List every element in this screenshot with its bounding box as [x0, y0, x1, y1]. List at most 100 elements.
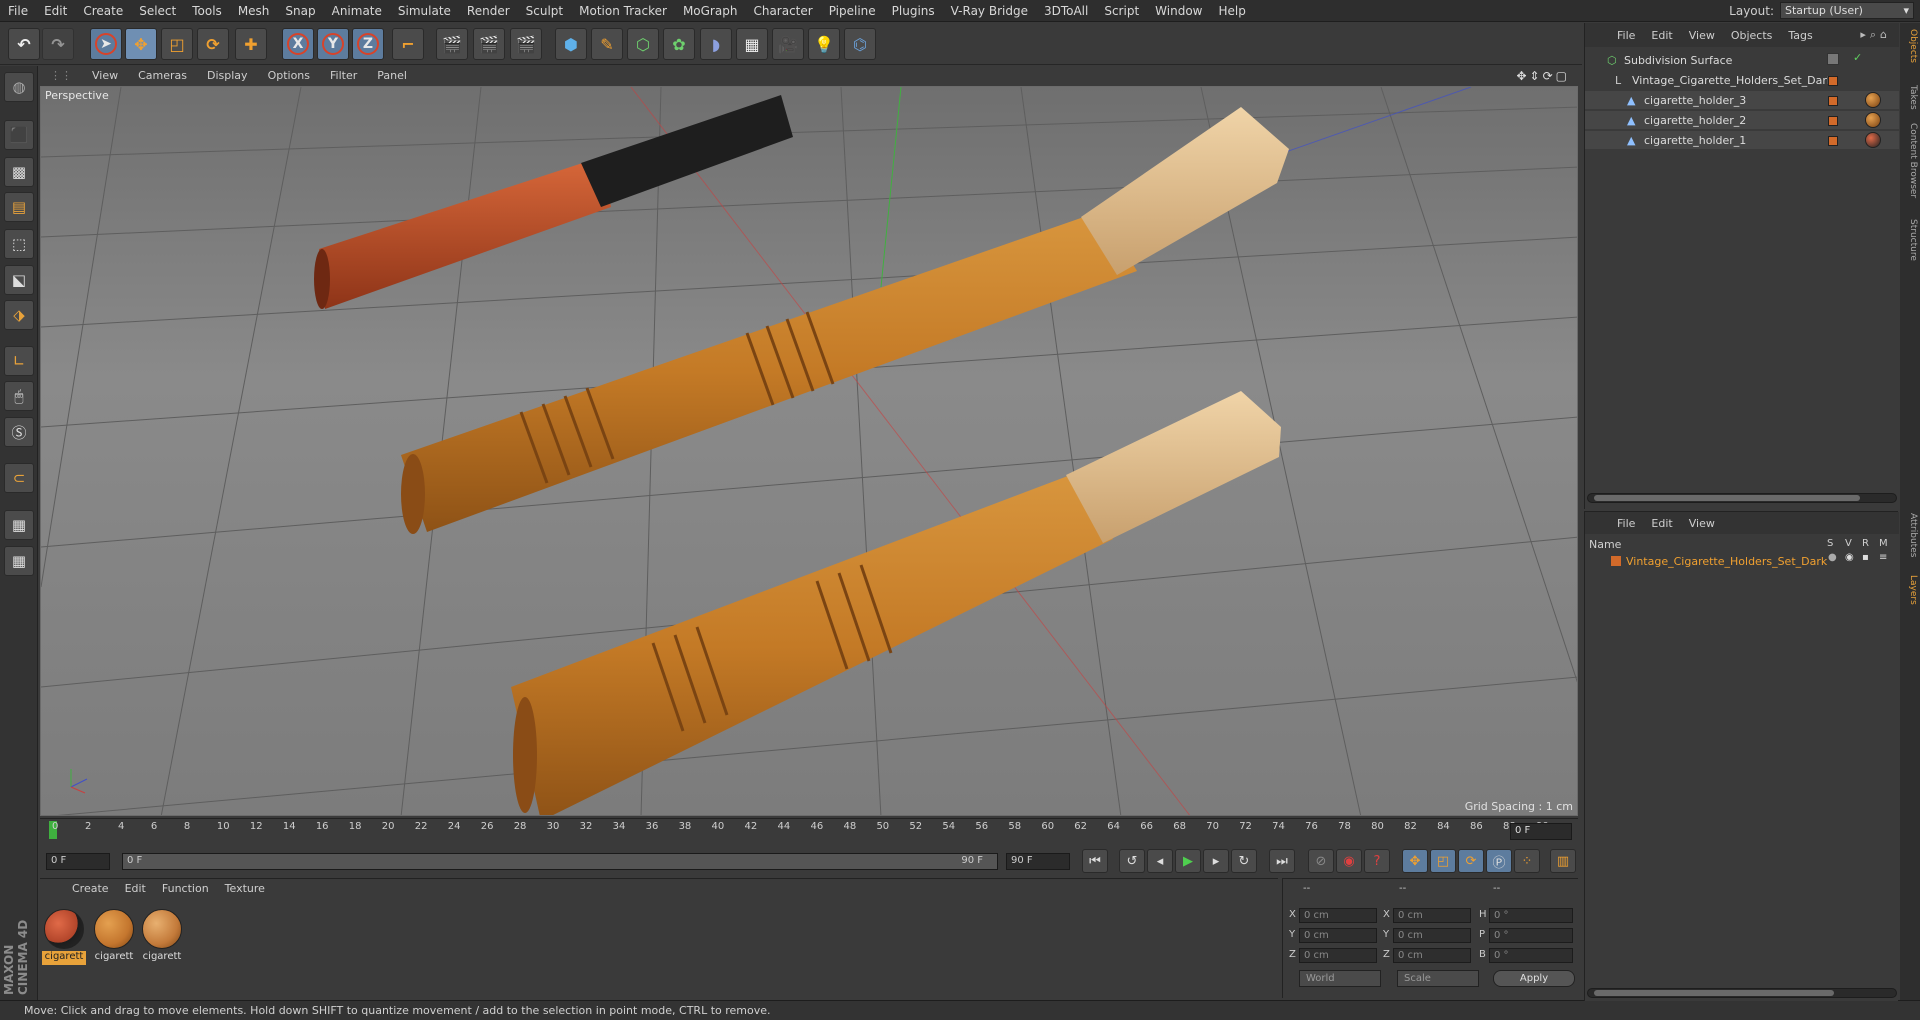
menu-animate[interactable]: Animate — [324, 0, 390, 22]
menu-plugins[interactable]: Plugins — [884, 0, 943, 22]
layer-menu-file[interactable]: File — [1609, 517, 1643, 530]
size-y-field[interactable]: 0 cm — [1393, 928, 1471, 943]
size-x-field[interactable]: 0 cm — [1393, 908, 1471, 923]
floor-button[interactable]: ▦ — [736, 28, 768, 60]
render-view-button[interactable]: 🎬 — [436, 28, 468, 60]
tree-row-cigarette-holder-3[interactable]: ▲ cigarette_holder_3 — [1585, 91, 1899, 109]
menu-sculpt[interactable]: Sculpt — [518, 0, 571, 22]
mat-menu-function[interactable]: Function — [154, 879, 217, 899]
menu-tools[interactable]: Tools — [184, 0, 230, 22]
tweak-mode-button[interactable]: 🖱 — [4, 381, 34, 411]
vp-menu-cameras[interactable]: Cameras — [128, 66, 197, 86]
layer-menu-view[interactable]: View — [1681, 517, 1723, 530]
planar-workplane-button[interactable]: ▦ — [4, 546, 34, 576]
vp-menu-view[interactable]: View — [82, 66, 128, 86]
menu-window[interactable]: Window — [1147, 0, 1210, 22]
key-parameter-button[interactable]: Ⓟ — [1486, 849, 1512, 873]
menu-mograph[interactable]: MoGraph — [675, 0, 746, 22]
position-x-field[interactable]: 0 cm — [1299, 908, 1377, 923]
menu-file[interactable]: File — [0, 0, 36, 22]
scroll-thumb[interactable] — [1594, 990, 1834, 996]
vp-menu-filter[interactable]: Filter — [320, 66, 367, 86]
viewport-nav-icons[interactable]: ✥⇕⟳▢ — [1516, 69, 1570, 83]
menu-mesh[interactable]: Mesh — [230, 0, 278, 22]
material-swatch[interactable]: cigarett — [42, 909, 86, 969]
timeline-window-button[interactable]: ▥ — [1550, 849, 1576, 873]
play-button[interactable]: ▶ — [1175, 849, 1201, 873]
edges-mode-button[interactable]: ⬕ — [4, 265, 34, 295]
tab-takes[interactable]: Takes — [1902, 85, 1918, 110]
tab-objects[interactable]: Objects — [1902, 29, 1918, 63]
menu-script[interactable]: Script — [1096, 0, 1147, 22]
mat-menu-edit[interactable]: Edit — [117, 879, 154, 899]
texture-mode-button[interactable]: ▩ — [4, 157, 34, 187]
make-editable-button[interactable]: ◍ — [4, 72, 34, 102]
mat-menu-texture[interactable]: Texture — [217, 879, 273, 899]
menu-edit[interactable]: Edit — [36, 0, 75, 22]
texture-tag-icon[interactable] — [1865, 132, 1881, 148]
apply-button[interactable]: Apply — [1493, 970, 1575, 987]
texture-tag-icon[interactable] — [1865, 92, 1881, 108]
layer-menu-edit[interactable]: Edit — [1643, 517, 1680, 530]
light-button[interactable]: 💡 — [808, 28, 840, 60]
material-swatch[interactable]: cigarett — [92, 909, 136, 969]
rotation-p-field[interactable]: 0 ° — [1489, 928, 1573, 943]
menu-select[interactable]: Select — [131, 0, 184, 22]
timeline-ruler[interactable]: 0 2 4 6 8 10 12 14 16 18 20 22 24 26 28 30 32 34 36 38 40 42 4… — [40, 818, 1578, 844]
menu-3dtoall[interactable]: 3DToAll — [1036, 0, 1096, 22]
menu-help[interactable]: Help — [1210, 0, 1253, 22]
tree-row-cigarette-holder-2[interactable]: ▲ cigarette_holder_2 — [1585, 111, 1899, 129]
position-y-field[interactable]: 0 cm — [1299, 928, 1377, 943]
render-icon[interactable]: ▪ — [1862, 552, 1869, 563]
vp-menu-display[interactable]: Display — [197, 66, 258, 86]
python-button[interactable]: ⌬ — [844, 28, 876, 60]
size-mode-dropdown[interactable]: Scale — [1397, 970, 1479, 987]
render-picture-viewer-button[interactable]: 🎬 — [473, 28, 505, 60]
menu-create[interactable]: Create — [75, 0, 131, 22]
vp-menu-panel[interactable]: Panel — [367, 66, 417, 86]
points-mode-button[interactable]: ⬚ — [4, 229, 34, 259]
menu-motion-tracker[interactable]: Motion Tracker — [571, 0, 675, 22]
manager-icon[interactable]: ≡ — [1879, 552, 1887, 563]
layer-color-swatch[interactable] — [1828, 76, 1838, 86]
cube-button[interactable]: ⬢ — [555, 28, 587, 60]
key-pla-button[interactable]: ⁘ — [1514, 849, 1540, 873]
obj-menu-tags[interactable]: Tags — [1780, 29, 1820, 42]
solo-button[interactable]: Ⓢ — [4, 417, 34, 447]
layer-color-swatch[interactable] — [1828, 116, 1838, 126]
cigarette-holder-3-model[interactable] — [314, 95, 793, 309]
menu-simulate[interactable]: Simulate — [390, 0, 459, 22]
mat-menu-create[interactable]: Create — [64, 879, 117, 899]
cloner-button[interactable]: ✿ — [663, 28, 695, 60]
camera-button[interactable]: 🎥 — [772, 28, 804, 60]
obj-menu-view[interactable]: View — [1681, 29, 1723, 42]
record-keys-button[interactable]: ⊘ — [1308, 849, 1334, 873]
z-axis-button[interactable]: Z — [352, 28, 384, 60]
max-frame-field[interactable]: 90 F — [1006, 853, 1070, 870]
material-swatch[interactable]: cigarett — [140, 909, 184, 969]
object-search-icons[interactable]: ▸⌕⌂ — [1860, 28, 1891, 42]
solo-dot-icon[interactable]: ● — [1828, 552, 1837, 563]
autokey-button[interactable]: ◉ — [1336, 849, 1362, 873]
render-settings-button[interactable]: 🎬 — [510, 28, 542, 60]
menu-snap[interactable]: Snap — [277, 0, 323, 22]
model-mode-button[interactable]: ⬛ — [4, 120, 34, 150]
menu-character[interactable]: Character — [745, 0, 820, 22]
object-hscrollbar[interactable] — [1587, 493, 1897, 503]
vp-menu-options[interactable]: Options — [258, 66, 320, 86]
x-axis-button[interactable]: X — [282, 28, 314, 60]
goto-start-button[interactable]: ⏮ — [1082, 849, 1108, 873]
menu-vray-bridge[interactable]: V-Ray Bridge — [943, 0, 1036, 22]
coordinate-space-dropdown[interactable]: World — [1299, 970, 1381, 987]
size-z-field[interactable]: 0 cm — [1393, 948, 1471, 963]
edit-render-toggle[interactable] — [1827, 53, 1839, 65]
tab-structure[interactable]: Structure — [1902, 219, 1918, 261]
tab-attributes[interactable]: Attributes — [1902, 513, 1918, 557]
pen-button[interactable]: ✎ — [591, 28, 623, 60]
goto-end-button[interactable]: ⏭ — [1269, 849, 1295, 873]
texture-tag-icon[interactable] — [1865, 112, 1881, 128]
polygons-mode-button[interactable]: ⬗ — [4, 300, 34, 330]
eye-icon[interactable]: ◉ — [1845, 552, 1854, 563]
snap-button[interactable]: ⊂ — [4, 463, 34, 493]
recent-tool-button[interactable]: ✚ — [235, 28, 267, 60]
